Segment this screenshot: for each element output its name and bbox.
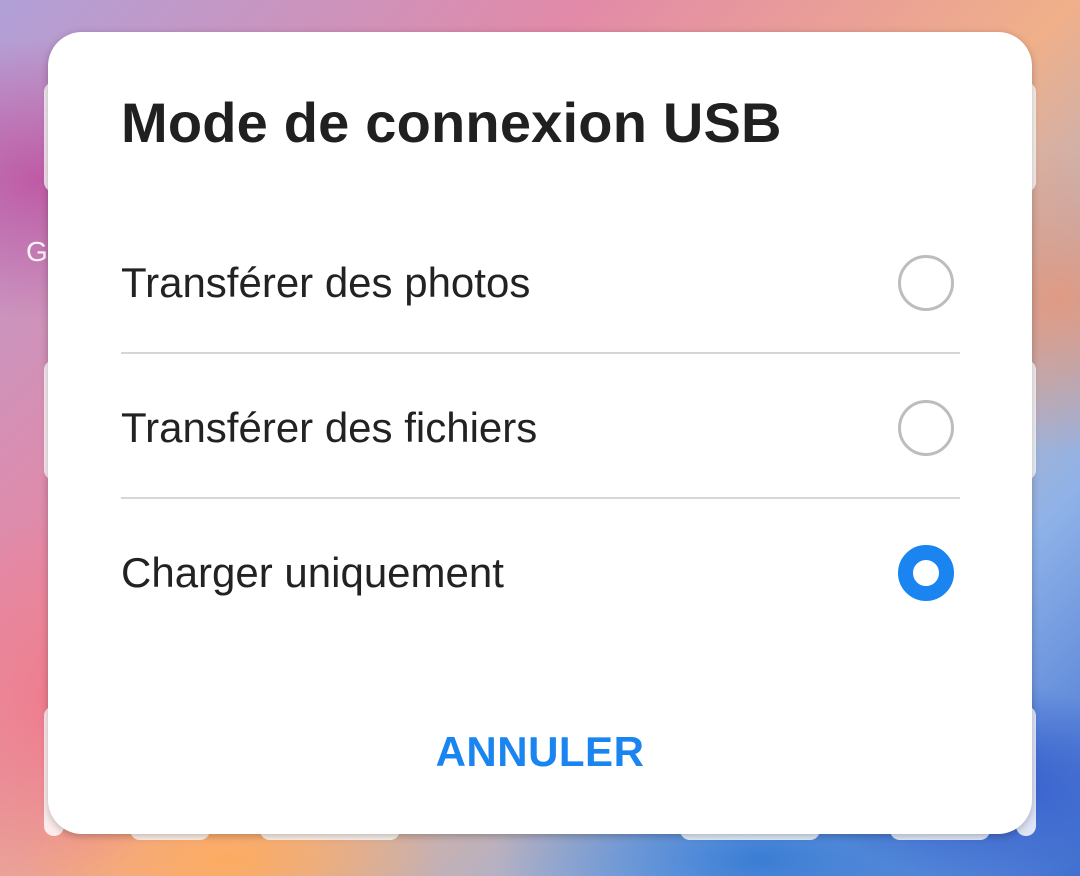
divider (121, 352, 960, 354)
radio-unchecked-icon[interactable] (898, 399, 954, 456)
option-label: Charger uniquement (121, 548, 504, 596)
dialog-title: Mode de connexion USB (121, 91, 782, 154)
usb-connection-dialog: Mode de connexion USB Transférer des pho… (48, 32, 1032, 834)
option-label: Transférer des fichiers (121, 403, 538, 451)
background-text: G (26, 236, 48, 267)
option-transfer-files[interactable]: Transférer des fichiers (121, 355, 960, 500)
option-charge-only[interactable]: Charger uniquement (121, 500, 960, 645)
divider (121, 497, 960, 499)
option-transfer-photos[interactable]: Transférer des photos (121, 210, 960, 355)
cancel-button[interactable]: ANNULER (390, 712, 690, 792)
option-label: Transférer des photos (121, 258, 531, 306)
radio-checked-icon[interactable] (898, 544, 954, 601)
radio-unchecked-icon[interactable] (898, 254, 954, 311)
